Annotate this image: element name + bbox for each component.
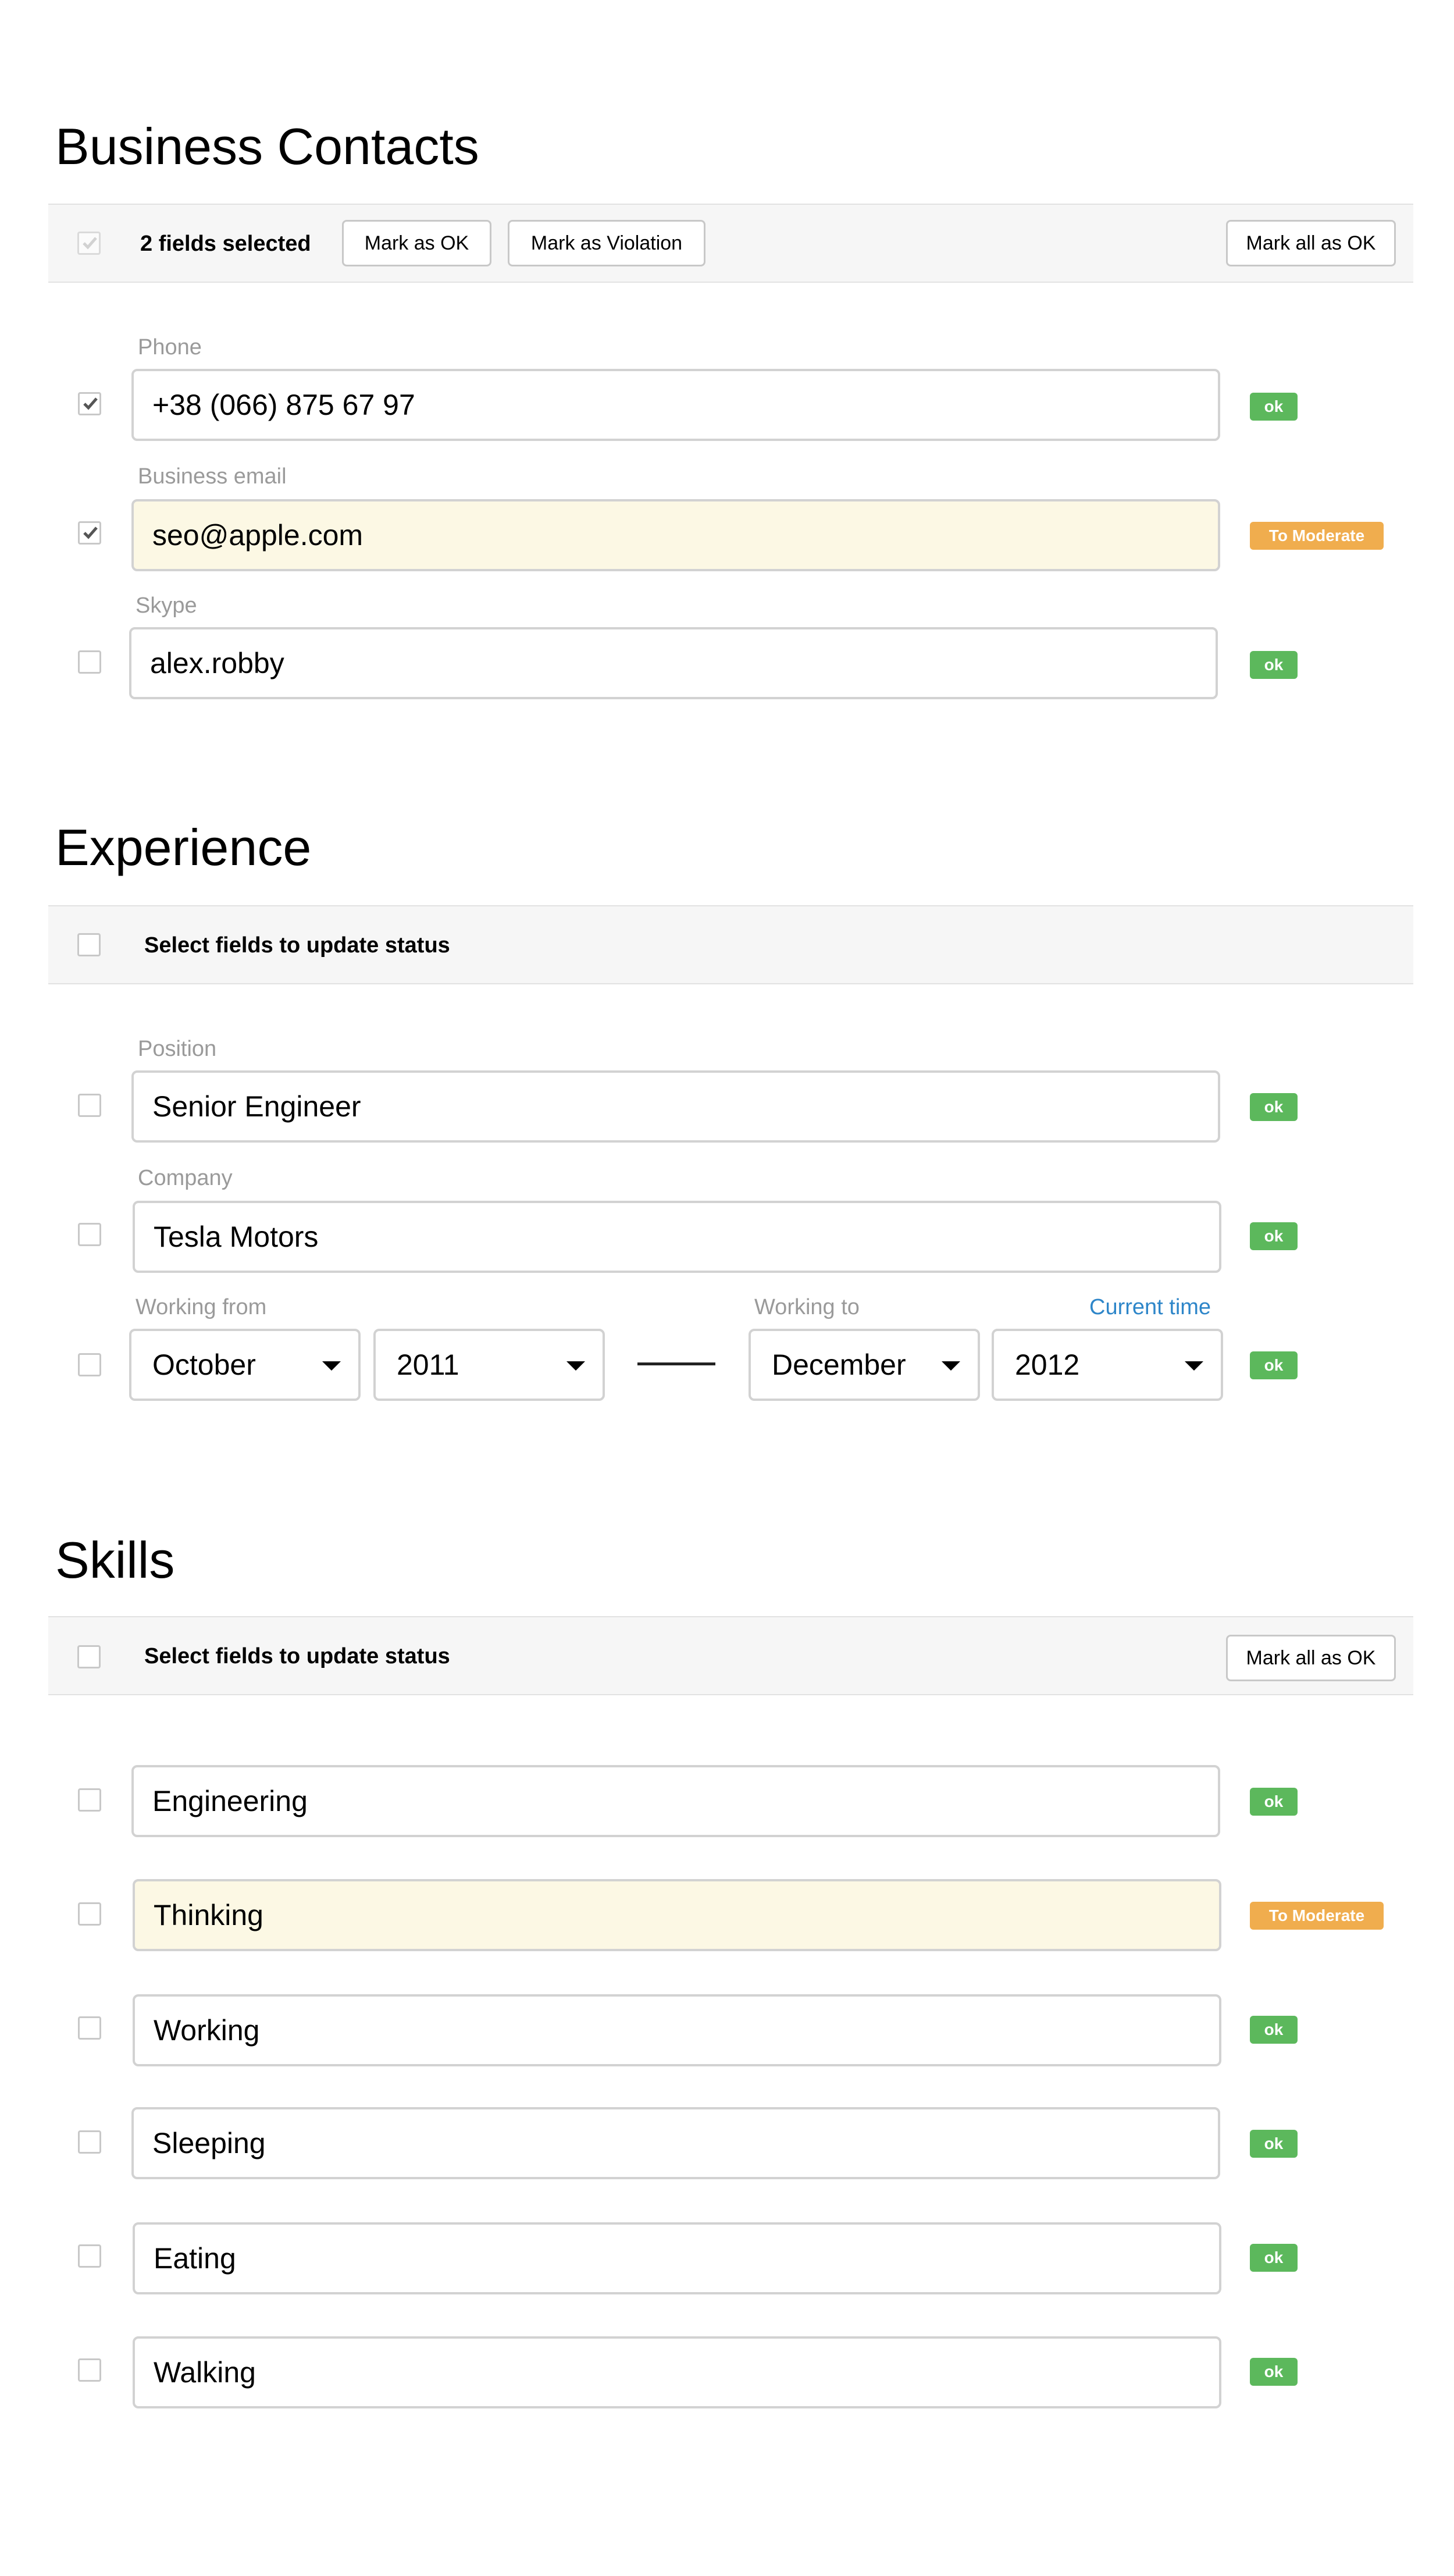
skill-status-badge: ok xyxy=(1250,2016,1298,2044)
experience-select-all-checkbox[interactable] xyxy=(77,933,101,956)
skype-checkbox[interactable] xyxy=(78,650,101,674)
company-input[interactable]: Tesla Motors xyxy=(133,1201,1221,1273)
mark-all-as-ok-button[interactable]: Mark all as OK xyxy=(1226,220,1396,266)
company-checkbox[interactable] xyxy=(78,1223,101,1246)
current-time-link[interactable]: Current time xyxy=(1089,1295,1211,1320)
company-status-badge: ok xyxy=(1250,1222,1298,1250)
skill-status-badge: ok xyxy=(1250,2358,1298,2386)
working-to-month-select[interactable]: December xyxy=(749,1329,980,1401)
phone-label: Phone xyxy=(138,335,202,360)
business-contacts-title: Business Contacts xyxy=(55,118,479,175)
skill-checkbox[interactable] xyxy=(78,1788,101,1812)
working-from-month-value: October xyxy=(152,1349,256,1381)
skills-title: Skills xyxy=(55,1531,175,1589)
business-contacts-toolbar: 2 fields selected Mark as OK Mark as Vio… xyxy=(48,204,1413,283)
working-from-label: Working from xyxy=(136,1295,267,1319)
skills-mark-all-as-ok-button[interactable]: Mark all as OK xyxy=(1226,1635,1396,1681)
working-from-year-value: 2011 xyxy=(397,1349,459,1381)
chevron-down-icon xyxy=(322,1361,341,1371)
skill-input[interactable]: Engineering xyxy=(131,1765,1220,1837)
skill-status-badge: To Moderate xyxy=(1250,1902,1384,1930)
working-from-year-select[interactable]: 2011 xyxy=(373,1329,605,1401)
skill-checkbox[interactable] xyxy=(78,1902,101,1926)
skype-status-badge: ok xyxy=(1250,651,1298,679)
working-period-checkbox[interactable] xyxy=(78,1353,101,1376)
skill-input[interactable]: Eating xyxy=(133,2222,1221,2294)
phone-status-badge: ok xyxy=(1250,393,1298,421)
position-label: Position xyxy=(138,1037,217,1061)
chevron-down-icon xyxy=(942,1361,960,1371)
business-email-checkbox[interactable] xyxy=(78,521,101,545)
working-period-status-badge: ok xyxy=(1250,1351,1298,1379)
skill-input[interactable]: Sleeping xyxy=(131,2107,1220,2179)
skills-toolbar-prompt: Select fields to update status xyxy=(144,1644,450,1668)
skill-status-badge: ok xyxy=(1250,1788,1298,1816)
phone-input[interactable]: +38 (066) 875 67 97 xyxy=(131,369,1220,441)
selected-count-text: 2 fields selected xyxy=(140,232,311,256)
period-separator-dash xyxy=(637,1362,715,1365)
skill-status-badge: ok xyxy=(1250,2130,1298,2158)
position-input[interactable]: Senior Engineer xyxy=(131,1070,1220,1143)
business-email-status-badge: To Moderate xyxy=(1250,522,1384,550)
working-to-year-select[interactable]: 2012 xyxy=(992,1329,1223,1401)
mark-as-violation-button[interactable]: Mark as Violation xyxy=(508,220,705,266)
skill-input[interactable]: Working xyxy=(133,1994,1221,2066)
skill-checkbox[interactable] xyxy=(78,2244,101,2268)
chevron-down-icon xyxy=(566,1361,585,1371)
experience-toolbar: Select fields to update status xyxy=(48,905,1413,984)
business-email-input[interactable]: seo@apple.com xyxy=(131,499,1220,571)
skills-select-all-checkbox[interactable] xyxy=(77,1645,101,1668)
position-status-badge: ok xyxy=(1250,1093,1298,1121)
skill-status-badge: ok xyxy=(1250,2244,1298,2272)
skill-checkbox[interactable] xyxy=(78,2358,101,2382)
skype-label: Skype xyxy=(136,593,197,618)
experience-title: Experience xyxy=(55,819,312,876)
skill-input[interactable]: Walking xyxy=(133,2336,1221,2408)
skype-input[interactable]: alex.robby xyxy=(129,627,1218,699)
business-email-label: Business email xyxy=(138,464,287,489)
working-to-label: Working to xyxy=(754,1295,860,1319)
check-icon xyxy=(83,237,97,250)
working-to-month-value: December xyxy=(772,1349,906,1381)
skills-toolbar: Select fields to update status Mark all … xyxy=(48,1616,1413,1695)
experience-toolbar-prompt: Select fields to update status xyxy=(144,933,450,958)
working-from-month-select[interactable]: October xyxy=(129,1329,361,1401)
phone-checkbox[interactable] xyxy=(78,392,101,415)
check-icon xyxy=(83,397,98,410)
position-checkbox[interactable] xyxy=(78,1094,101,1117)
working-to-year-value: 2012 xyxy=(1015,1349,1080,1381)
skill-checkbox[interactable] xyxy=(78,2130,101,2154)
check-icon xyxy=(83,526,98,539)
chevron-down-icon xyxy=(1185,1361,1203,1371)
skill-input[interactable]: Thinking xyxy=(133,1879,1221,1951)
skill-checkbox[interactable] xyxy=(78,2016,101,2040)
select-all-checkbox[interactable] xyxy=(77,232,101,255)
company-label: Company xyxy=(138,1166,233,1190)
mark-as-ok-button[interactable]: Mark as OK xyxy=(342,220,491,266)
